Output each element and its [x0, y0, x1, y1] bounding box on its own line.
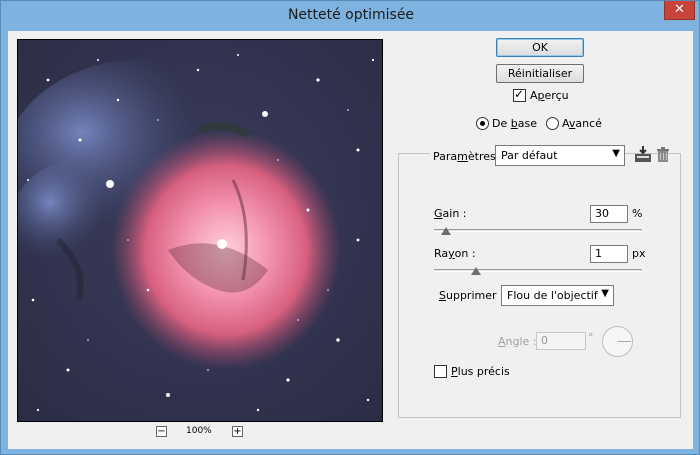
amount-slider[interactable]: [434, 229, 642, 232]
amount-unit: %: [632, 207, 643, 220]
more-accurate-checkbox[interactable]: [434, 365, 447, 378]
chevron-down-icon: ▼: [601, 288, 609, 299]
settings-value: Par défaut: [501, 149, 558, 162]
close-button[interactable]: ✕: [664, 1, 695, 20]
basic-mode-radio[interactable]: [476, 117, 489, 130]
ok-button[interactable]: OK: [496, 38, 584, 57]
basic-mode-label: De base: [492, 117, 537, 130]
nebula-image: [18, 40, 382, 421]
advanced-mode-radio[interactable]: [546, 117, 559, 130]
zoom-in-button[interactable]: +: [232, 426, 243, 437]
more-accurate-label: Plus précis: [451, 365, 510, 378]
preview-label: Aperçu: [530, 89, 569, 102]
save-preset-icon[interactable]: [634, 145, 652, 163]
zoom-out-button[interactable]: −: [156, 426, 167, 437]
angle-input[interactable]: 0: [536, 332, 586, 350]
remove-label: Supprimer :: [439, 289, 504, 302]
chevron-down-icon: ▼: [612, 148, 620, 159]
radius-unit: px: [632, 247, 646, 260]
window-title: Netteté optimisée: [287, 7, 415, 23]
amount-slider-thumb[interactable]: [441, 227, 452, 235]
advanced-mode-label: Avancé: [562, 117, 602, 130]
radius-label: Rayon :: [434, 247, 476, 260]
title-bar[interactable]: Netteté optimisée ✕: [1, 1, 700, 31]
angle-dial[interactable]: [602, 326, 633, 357]
trash-icon[interactable]: [656, 147, 670, 163]
remove-value: Flou de l'objectif: [507, 289, 598, 302]
dialog-body: − 100% + OK Réinitialiser Aperçu De base…: [8, 31, 693, 449]
zoom-level: 100%: [186, 426, 212, 436]
remove-select[interactable]: Flou de l'objectif ▼: [501, 285, 614, 306]
angle-label: Angle :: [498, 335, 537, 348]
reset-button[interactable]: Réinitialiser: [496, 64, 584, 83]
amount-label: Gain :: [434, 207, 467, 220]
settings-select[interactable]: Par défaut ▼: [495, 145, 625, 166]
angle-unit: °: [588, 331, 594, 344]
radius-slider-thumb[interactable]: [470, 267, 481, 275]
amount-input[interactable]: 30: [590, 205, 628, 223]
dialog-window: Netteté optimisée ✕ − 100% + OK Réinitia…: [0, 0, 700, 455]
preview-checkbox[interactable]: [513, 87, 526, 102]
radius-input[interactable]: 1: [590, 245, 628, 263]
radius-slider[interactable]: [434, 269, 642, 272]
zoom-controls: − 100% +: [156, 426, 256, 440]
preview-image[interactable]: [17, 39, 383, 422]
